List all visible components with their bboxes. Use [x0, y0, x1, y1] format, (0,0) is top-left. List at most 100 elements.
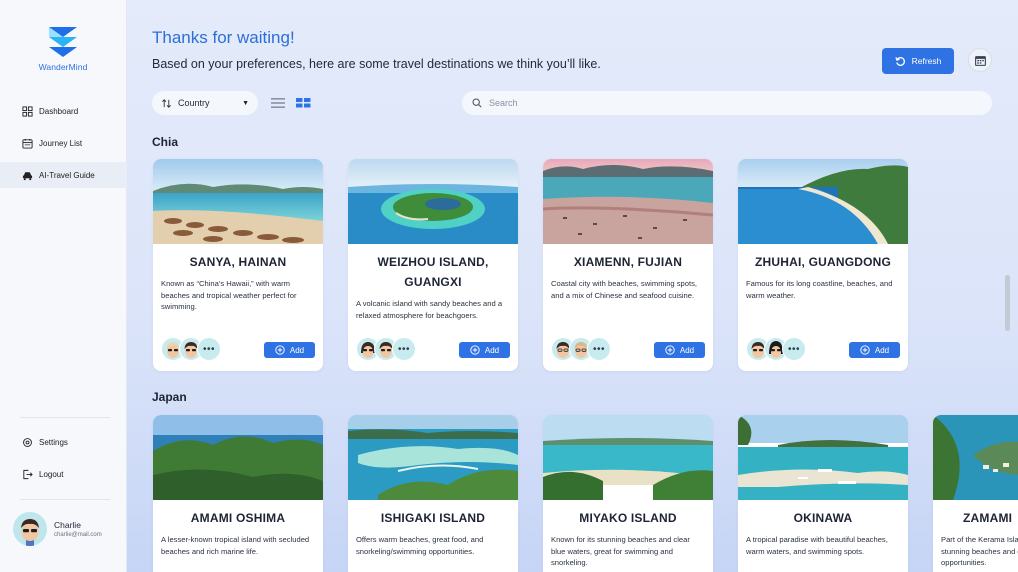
- chevron-down-icon: ▼: [242, 99, 249, 107]
- card-description: A volcanic island with sandy beaches and…: [356, 299, 503, 320]
- destination-image: [738, 159, 908, 244]
- traveler-avatars[interactable]: •••: [356, 337, 416, 361]
- card-footer: ••• Add: [746, 337, 900, 363]
- gear-icon: [23, 437, 32, 447]
- card-title: OKINAWA: [793, 511, 853, 525]
- destination-card-zamami[interactable]: ZAMAMI Part of the Kerama Islands, known…: [933, 415, 1018, 572]
- add-button[interactable]: Add: [459, 342, 510, 358]
- scrollbar-thumb[interactable]: [1005, 275, 1010, 331]
- more-travelers-icon[interactable]: •••: [587, 337, 611, 361]
- country-sort-select[interactable]: Country ▼: [152, 91, 258, 115]
- card-description: Famous for its long coastline, beaches, …: [746, 279, 893, 300]
- section-title-china: Chia: [152, 135, 179, 149]
- add-button[interactable]: Add: [264, 342, 315, 358]
- card-footer: ••• Add: [356, 337, 510, 363]
- plus-circle-icon: [275, 345, 285, 355]
- more-travelers-icon[interactable]: •••: [197, 337, 221, 361]
- destination-image: [543, 415, 713, 500]
- card-description: Known for its stunning beaches and clear…: [551, 535, 690, 567]
- card-description: Known as “China’s Hawaii,” with warm bea…: [161, 279, 297, 311]
- card-title: ZAMAMI: [963, 511, 1013, 525]
- card-description: Coastal city with beaches, swimming spot…: [551, 279, 698, 300]
- destination-image: [153, 415, 323, 500]
- destination-card-ishigaki-island[interactable]: ISHIGAKI ISLAND Offers warm beaches, gre…: [348, 415, 518, 572]
- destination-card-miyako-island[interactable]: MIYAKO ISLAND Known for its stunning bea…: [543, 415, 713, 572]
- card-description: A lesser-known tropical island with secl…: [161, 535, 310, 556]
- card-description: Offers warm beaches, great food, and sno…: [356, 535, 484, 556]
- destination-card-sanya[interactable]: SANYA, HAINAN Known as “China’s Hawaii,”…: [153, 159, 323, 371]
- search-bar[interactable]: [462, 91, 992, 115]
- sidebar-item-journey-list[interactable]: Journey List: [0, 130, 127, 156]
- card-footer: ••• Add: [551, 337, 705, 363]
- destination-card-weizhou[interactable]: WEIZHOU ISLAND, GUANGXI A volcanic islan…: [348, 159, 518, 371]
- sidebar-item-settings[interactable]: Settings: [0, 429, 127, 455]
- user-avatar-icon: [13, 512, 47, 546]
- sidebar-divider: [20, 417, 110, 418]
- user-name: Charlie: [54, 520, 81, 530]
- plus-circle-icon: [470, 345, 480, 355]
- traveler-avatars[interactable]: •••: [746, 337, 806, 361]
- sidebar-item-label: AI-Travel Guide: [39, 170, 95, 180]
- card-title: AMAMI OSHIMA: [190, 511, 286, 525]
- add-button[interactable]: Add: [654, 342, 705, 358]
- destination-image: [153, 159, 323, 244]
- destination-card-xiamen[interactable]: XIAMENN, FUJIAN Coastal city with beache…: [543, 159, 713, 371]
- sidebar-item-label: Journey List: [39, 138, 83, 148]
- calendar-icon: [974, 55, 986, 66]
- add-button[interactable]: Add: [849, 342, 900, 358]
- search-input[interactable]: [489, 98, 969, 108]
- sidebar-item-logout[interactable]: Logout: [0, 461, 127, 487]
- destination-image: [348, 159, 518, 244]
- search-icon: [472, 98, 482, 108]
- add-button-label: Add: [679, 345, 695, 355]
- sidebar-item-dashboard[interactable]: Dashboard: [0, 98, 127, 124]
- sidebar-item-label: Dashboard: [39, 106, 79, 116]
- page-subtitle: Based on your preferences, here are some…: [152, 57, 601, 71]
- destination-card-zhuhai[interactable]: ZHUHAI, GUANGDONG Famous for its long co…: [738, 159, 908, 371]
- section-title-japan: Japan: [152, 390, 187, 404]
- avatar: [13, 512, 47, 546]
- traveler-avatars[interactable]: •••: [161, 337, 221, 361]
- user-profile[interactable]: Charlie charlie@mail.com: [13, 512, 102, 546]
- destination-image: [738, 415, 908, 500]
- more-travelers-icon[interactable]: •••: [392, 337, 416, 361]
- logout-icon: [23, 469, 33, 479]
- card-description: Part of the Kerama Islands, known for it…: [941, 535, 1018, 567]
- card-description: A tropical paradise with beautiful beach…: [746, 535, 888, 556]
- card-title: MIYAKO ISLAND: [579, 511, 677, 525]
- card-title: XIAMENN, FUJIAN: [573, 255, 683, 269]
- card-title: ZHUHAI, GUANGDONG: [754, 255, 892, 269]
- calendar-list-icon: [22, 138, 33, 149]
- more-travelers-icon[interactable]: •••: [782, 337, 806, 361]
- card-title: SANYA, HAINAN: [189, 255, 287, 269]
- sidebar-divider: [20, 499, 110, 500]
- app-logo[interactable]: WanderMind: [36, 25, 90, 72]
- page-title: Thanks for waiting!: [152, 28, 295, 47]
- traveler-avatars[interactable]: •••: [551, 337, 611, 361]
- grid-view-icon[interactable]: [296, 97, 311, 109]
- add-button-label: Add: [484, 345, 500, 355]
- destination-image: [933, 415, 1018, 500]
- sidebar-item-ai-travel-guide[interactable]: AI-Travel Guide: [0, 162, 127, 188]
- destination-card-okinawa[interactable]: OKINAWA A tropical paradise with beautif…: [738, 415, 908, 572]
- grid-icon: [22, 105, 33, 117]
- country-select-label: Country: [178, 98, 210, 108]
- sidebar-item-label: Logout: [39, 469, 64, 479]
- card-title: ISHIGAKI ISLAND: [380, 511, 486, 525]
- calendar-button[interactable]: [968, 48, 992, 72]
- refresh-button[interactable]: Refresh: [882, 48, 954, 74]
- add-button-label: Add: [289, 345, 305, 355]
- plus-circle-icon: [860, 345, 870, 355]
- list-view-icon[interactable]: [271, 97, 285, 109]
- destination-image: [348, 415, 518, 500]
- wandermind-logo-icon: [49, 27, 77, 57]
- refresh-label: Refresh: [911, 56, 942, 66]
- card-title: WEIZHOU ISLAND, GUANGXI: [377, 255, 489, 289]
- car-icon: [22, 171, 33, 180]
- card-footer: ••• Add: [161, 337, 315, 363]
- app-name: WanderMind: [38, 62, 88, 72]
- refresh-icon: [894, 56, 905, 66]
- plus-circle-icon: [665, 345, 675, 355]
- sidebar-item-label: Settings: [39, 437, 68, 447]
- destination-card-amami-oshima[interactable]: AMAMI OSHIMA A lesser-known tropical isl…: [153, 415, 323, 572]
